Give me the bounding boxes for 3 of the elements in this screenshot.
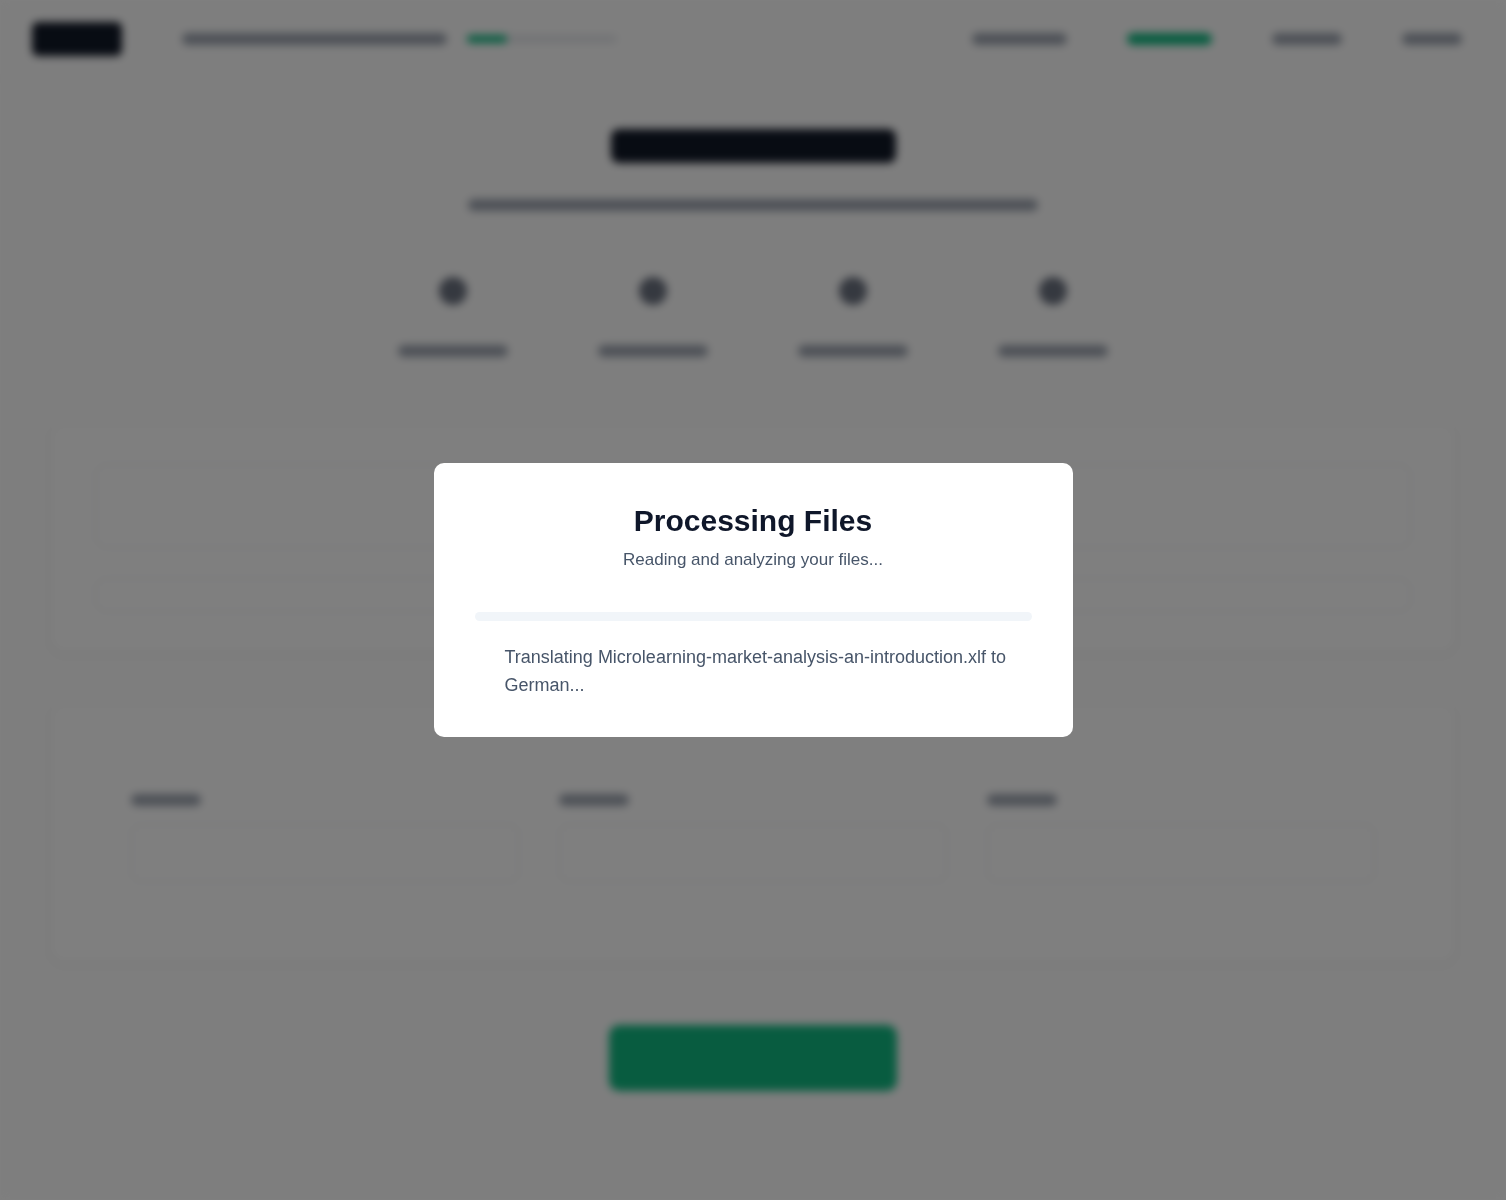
dialog-subtitle: Reading and analyzing your files... [623, 549, 883, 571]
status-message: Translating Microlearning-market-analysis-an-introduction.xlf to German... [503, 646, 1008, 697]
dialog-title: Processing Files [633, 503, 873, 539]
